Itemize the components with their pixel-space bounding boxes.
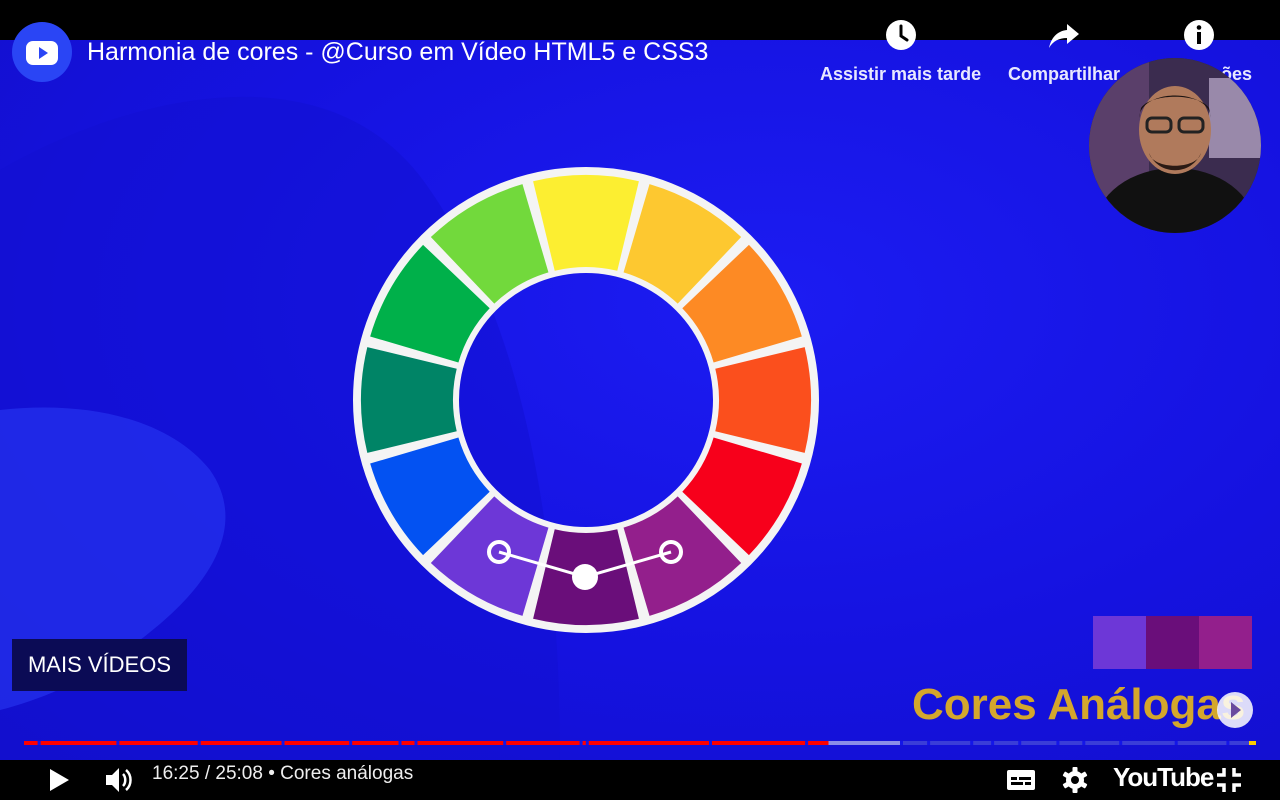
color-swatch [1146,616,1199,669]
exit-fullscreen-icon [1217,768,1241,792]
settings-button[interactable] [1058,760,1092,800]
chapter-marker [1119,741,1123,745]
volume-icon [106,768,132,792]
progress-bar[interactable] [24,736,1256,750]
chapter-marker [281,741,285,745]
chapter-marker [116,741,120,745]
chapter-marker [349,741,353,745]
chapter-marker [1174,741,1178,745]
chapter-marker [1056,741,1060,745]
chapter-marker [398,741,402,745]
progress-end-marker [1249,741,1256,745]
chapter-marker [991,741,995,745]
volume-button[interactable] [100,760,138,800]
video-player[interactable]: Harmonia de cores - @Curso em Vídeo HTML… [0,0,1280,800]
chapter-marker [414,741,418,745]
color-wheel-ring [353,167,819,633]
chapter-marker [37,741,41,745]
color-wheel-segments [353,167,819,633]
chapter-marker [1226,741,1230,745]
next-arrow-icon [1217,692,1253,728]
chapter-marker [1018,741,1022,745]
chapter-marker [585,741,589,745]
color-swatch [1093,616,1146,669]
chapter-marker [503,741,507,745]
video-caption: Cores Análogas [912,680,1246,729]
gear-icon [1062,767,1088,793]
chapter-marker [1082,741,1086,745]
chapter-marker [900,741,903,745]
youtube-logo[interactable]: YouTube [1113,762,1214,793]
chapter-marker [805,741,809,745]
subtitles-icon [1007,770,1035,790]
more-videos-button[interactable]: MAIS VÍDEOS [12,639,187,691]
connector-node-center [572,564,598,590]
subtitles-button[interactable] [1002,760,1040,800]
progress-played [24,741,829,745]
chapter-marker [197,741,201,745]
chapter-marker [927,741,931,745]
exit-fullscreen-button[interactable] [1210,760,1248,800]
chapter-marker [970,741,974,745]
color-swatch [1199,616,1252,669]
chapter-marker [709,741,712,745]
chapter-marker [579,741,583,745]
play-icon [50,769,69,791]
color-wheel [353,167,819,633]
play-button[interactable] [40,760,78,800]
time-display: 16:25 / 25:08 • Cores análogas [152,763,414,784]
video-frame[interactable]: Harmonia de cores - @Curso em Vídeo HTML… [0,0,1280,760]
